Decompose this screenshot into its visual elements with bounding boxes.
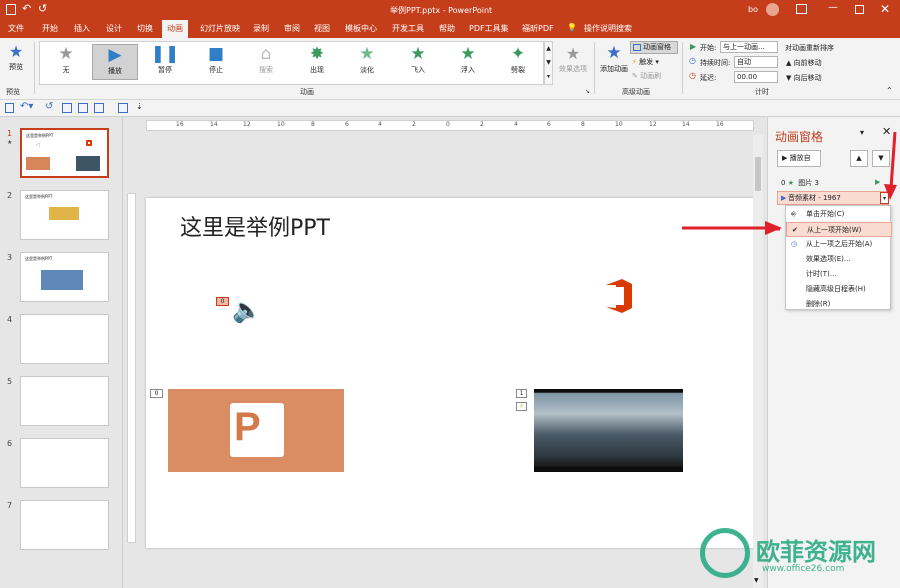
watermark-text: 欧菲资源网 xyxy=(756,538,876,566)
annotation-arrows xyxy=(682,131,897,235)
watermark-logo-icon xyxy=(700,528,750,578)
arrow-head-icon xyxy=(884,184,897,200)
watermark-url: www.office26.com xyxy=(762,564,845,574)
arrow-to-dropdown xyxy=(889,131,897,189)
